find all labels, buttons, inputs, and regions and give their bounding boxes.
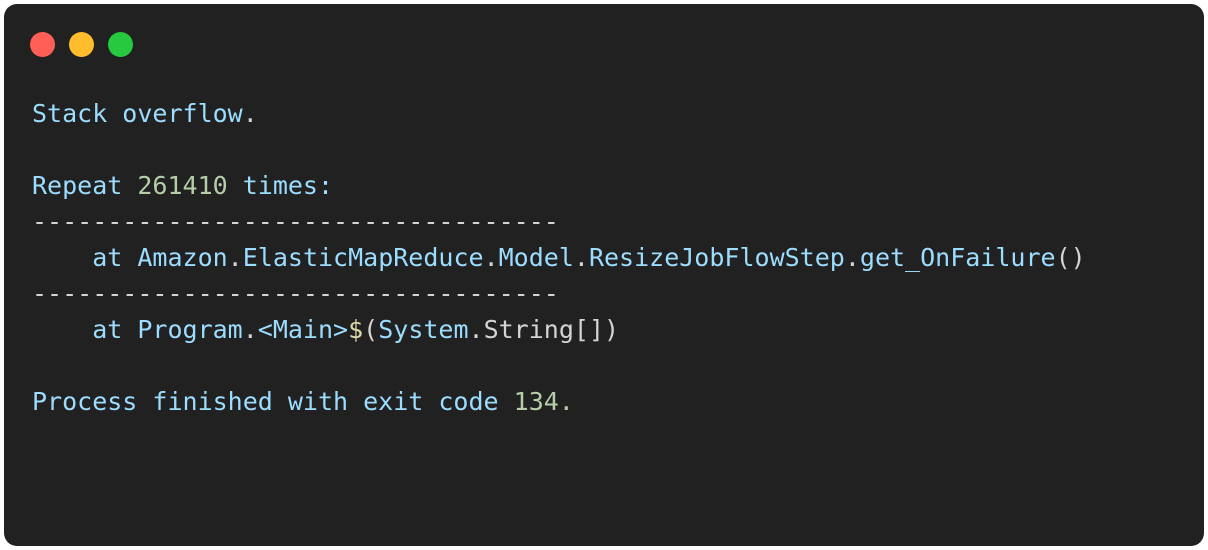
console-token: 261410	[137, 171, 228, 200]
console-line: Repeat 261410 times:	[32, 168, 1204, 204]
console-token: -----------------------------------	[32, 207, 559, 236]
close-button[interactable]	[30, 32, 55, 57]
console-token: Stack overflow	[32, 99, 243, 128]
console-token: .	[573, 243, 589, 272]
console-token: ElasticMapReduce	[242, 243, 484, 272]
console-token: (	[363, 315, 379, 344]
console-token: .	[227, 243, 243, 272]
console-token: -----------------------------------	[32, 279, 559, 308]
window-titlebar	[4, 4, 1204, 80]
console-token: Process finished with exit code	[32, 387, 514, 416]
console-token: Repeat	[32, 171, 138, 200]
console-token: Model	[498, 243, 574, 272]
console-token: 134.	[513, 387, 574, 416]
console-token: .	[483, 243, 499, 272]
console-token: System	[378, 315, 469, 344]
console-token: ResizeJobFlowStep	[588, 243, 845, 272]
console-token: at Amazon	[32, 243, 228, 272]
console-token: ()	[1055, 243, 1086, 272]
console-token: .	[242, 315, 258, 344]
console-token: <Main>	[257, 315, 349, 344]
console-line: Stack overflow.	[32, 96, 1204, 132]
console-token: $	[348, 315, 364, 344]
console-separator-line: -----------------------------------	[32, 204, 1204, 240]
console-token: .String[])	[468, 315, 620, 344]
console-token: get_OnFailure	[859, 243, 1056, 272]
console-token: at Program	[32, 315, 243, 344]
console-token: .	[242, 99, 258, 128]
terminal-window: Stack overflow. Repeat 261410 times: ----…	[4, 4, 1204, 546]
traffic-light-controls	[30, 32, 133, 57]
zoom-button[interactable]	[108, 32, 133, 57]
console-separator-line: -----------------------------------	[32, 276, 1204, 312]
console-line: at Amazon.ElasticMapReduce.Model.ResizeJ…	[32, 240, 1204, 276]
console-output[interactable]: Stack overflow. Repeat 261410 times: ----…	[4, 80, 1204, 546]
console-token: times:	[227, 171, 334, 200]
console-token: .	[844, 243, 860, 272]
console-line: at Program.<Main>$(System.String[])	[32, 312, 1204, 348]
minimize-button[interactable]	[69, 32, 94, 57]
console-line: Process finished with exit code 134.	[32, 384, 1204, 420]
